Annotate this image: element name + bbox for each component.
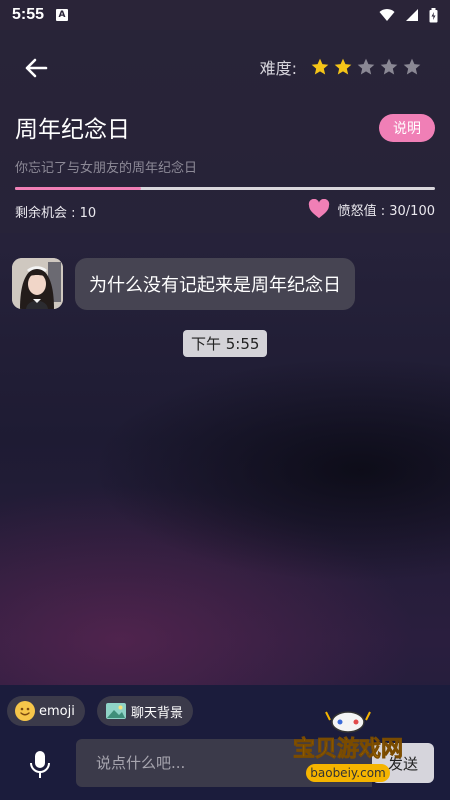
watermark-url: baobeiy.com bbox=[310, 766, 385, 780]
difficulty-rating: 难度: bbox=[260, 55, 422, 79]
chat-background-label: 聊天背景 bbox=[131, 705, 184, 721]
microphone-icon[interactable] bbox=[29, 750, 51, 780]
girlfriend-avatar[interactable] bbox=[12, 258, 63, 309]
chat-background-button[interactable]: 聊天背景 bbox=[97, 696, 194, 726]
star-empty-icon bbox=[403, 58, 421, 75]
star-filled-icon bbox=[311, 58, 329, 75]
progress-fill bbox=[15, 187, 141, 190]
star-empty-icon bbox=[357, 58, 375, 75]
chat-message-bubble: 为什么没有记起来是周年纪念日 bbox=[75, 258, 355, 310]
heart-icon bbox=[308, 199, 329, 219]
watermark-logo: 宝贝游戏网 baobeiy.com bbox=[293, 711, 403, 782]
remaining-chances: 剩余机会 : 10 bbox=[15, 206, 97, 221]
help-button[interactable]: 说明 bbox=[379, 114, 435, 142]
difficulty-label: 难度: bbox=[259, 59, 297, 78]
image-icon bbox=[106, 703, 126, 719]
star-filled-icon bbox=[334, 58, 352, 75]
back-arrow-icon[interactable] bbox=[22, 54, 50, 82]
game-header: 难度: 周年纪念日 说明 你忘记了与女朋友的周年纪念日 剩余机会 : 10 愤怒… bbox=[0, 30, 450, 233]
anger-value: 愤怒值 : 30/100 bbox=[308, 199, 435, 219]
star-rating bbox=[307, 57, 422, 77]
battery-icon bbox=[429, 7, 438, 22]
wifi-icon bbox=[379, 9, 395, 21]
status-bar: 5:55 A bbox=[0, 0, 450, 30]
avatar-image bbox=[12, 258, 63, 309]
anger-progress-bar bbox=[15, 187, 435, 190]
smiley-icon bbox=[15, 701, 35, 721]
app-notification-icon: A bbox=[56, 9, 69, 21]
emoji-label: emoji bbox=[39, 703, 75, 719]
status-icons bbox=[379, 7, 438, 23]
page-title: 周年纪念日 bbox=[15, 117, 130, 143]
signal-icon bbox=[406, 9, 418, 21]
scenario-description: 你忘记了与女朋友的周年纪念日 bbox=[15, 161, 198, 176]
status-time: 5:55 bbox=[12, 6, 45, 23]
star-empty-icon bbox=[380, 58, 398, 75]
watermark-title: 宝贝游戏网 bbox=[293, 736, 403, 762]
message-timestamp: 下午 5:55 bbox=[183, 330, 268, 357]
anger-label: 愤怒值 : 30/100 bbox=[337, 203, 435, 219]
emoji-button[interactable]: emoji bbox=[7, 696, 85, 726]
